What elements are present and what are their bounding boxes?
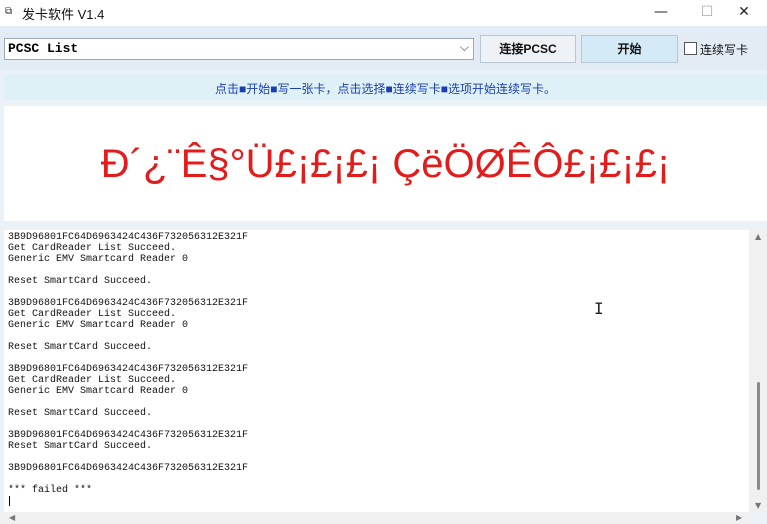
text-caret xyxy=(9,496,10,506)
app-icon: ⧉ xyxy=(5,6,13,17)
close-button[interactable]: ✕ xyxy=(721,0,767,26)
scroll-right-icon[interactable]: ▶ xyxy=(736,513,742,522)
log-line: *** failed *** xyxy=(8,485,93,496)
connect-pcsc-button[interactable]: 连接PCSC xyxy=(480,35,576,63)
minimize-button[interactable]: — xyxy=(638,0,684,26)
reader-select[interactable]: PCSC List ⌵ xyxy=(4,38,474,60)
hint-text: 点击■开始■写一张卡，点击选择■连续写卡■选项开始连续写卡。 xyxy=(215,82,556,96)
continuous-write-checkbox[interactable] xyxy=(684,42,697,55)
title-bar: ⧉ 发卡软件 V1.4 — ☐ ✕ xyxy=(0,0,767,26)
text-cursor-icon: I xyxy=(594,299,604,318)
log-line: 3B9D96801FC64D6963424C436F732056312E321F xyxy=(8,463,249,474)
status-message: Ð´¿¨Ê§°Ü£¡£¡£¡ ÇëÖØÊÔ£¡£¡£¡ xyxy=(100,142,671,186)
scroll-up-icon[interactable]: ▲ xyxy=(755,232,761,241)
log-line: Reset SmartCard Succeed. xyxy=(8,342,153,353)
log-line: Get CardReader List Succeed. xyxy=(8,375,177,386)
log-line: Generic EMV Smartcard Reader 0 xyxy=(8,320,189,331)
vertical-scroll-thumb[interactable] xyxy=(757,382,760,490)
vertical-scrollbar[interactable]: ▲ ▼ xyxy=(750,230,767,512)
start-button[interactable]: 开始 xyxy=(581,35,678,63)
window-title: 发卡软件 V1.4 xyxy=(22,7,105,22)
log-line: Reset SmartCard Succeed. xyxy=(8,408,153,419)
toolbar: PCSC List ⌵ 连接PCSC 开始 连续写卡 xyxy=(0,26,767,70)
status-panel: Ð´¿¨Ê§°Ü£¡£¡£¡ ÇëÖØÊÔ£¡£¡£¡ xyxy=(4,106,767,221)
log-line: Get CardReader List Succeed. xyxy=(8,309,177,320)
hint-banner: 点击■开始■写一张卡，点击选择■连续写卡■选项开始连续写卡。 xyxy=(4,74,767,100)
log-line: 3B9D96801FC64D6963424C436F732056312E321F xyxy=(8,232,249,243)
log-line: Generic EMV Smartcard Reader 0 xyxy=(8,386,189,397)
log-line: Reset SmartCard Succeed. xyxy=(8,276,153,287)
log-line: Get CardReader List Succeed. xyxy=(8,243,177,254)
log-line: Generic EMV Smartcard Reader 0 xyxy=(8,254,189,265)
log-line: 3B9D96801FC64D6963424C436F732056312E321F xyxy=(8,364,249,375)
scroll-left-icon[interactable]: ◀ xyxy=(9,513,15,522)
continuous-write-label[interactable]: 连续写卡 xyxy=(700,41,748,58)
reader-select-value: PCSC List xyxy=(8,41,79,56)
log-line: 3B9D96801FC64D6963424C436F732056312E321F xyxy=(8,298,249,309)
chevron-down-icon[interactable]: ⌵ xyxy=(460,40,469,55)
log-output[interactable]: 3B9D96801FC64D6963424C436F732056312E321F… xyxy=(4,230,749,512)
scroll-down-icon[interactable]: ▼ xyxy=(755,501,761,510)
log-line: Reset SmartCard Succeed. xyxy=(8,441,153,452)
horizontal-scrollbar[interactable]: ◀ ▶ xyxy=(0,512,750,524)
log-line: 3B9D96801FC64D6963424C436F732056312E321F xyxy=(8,430,249,441)
